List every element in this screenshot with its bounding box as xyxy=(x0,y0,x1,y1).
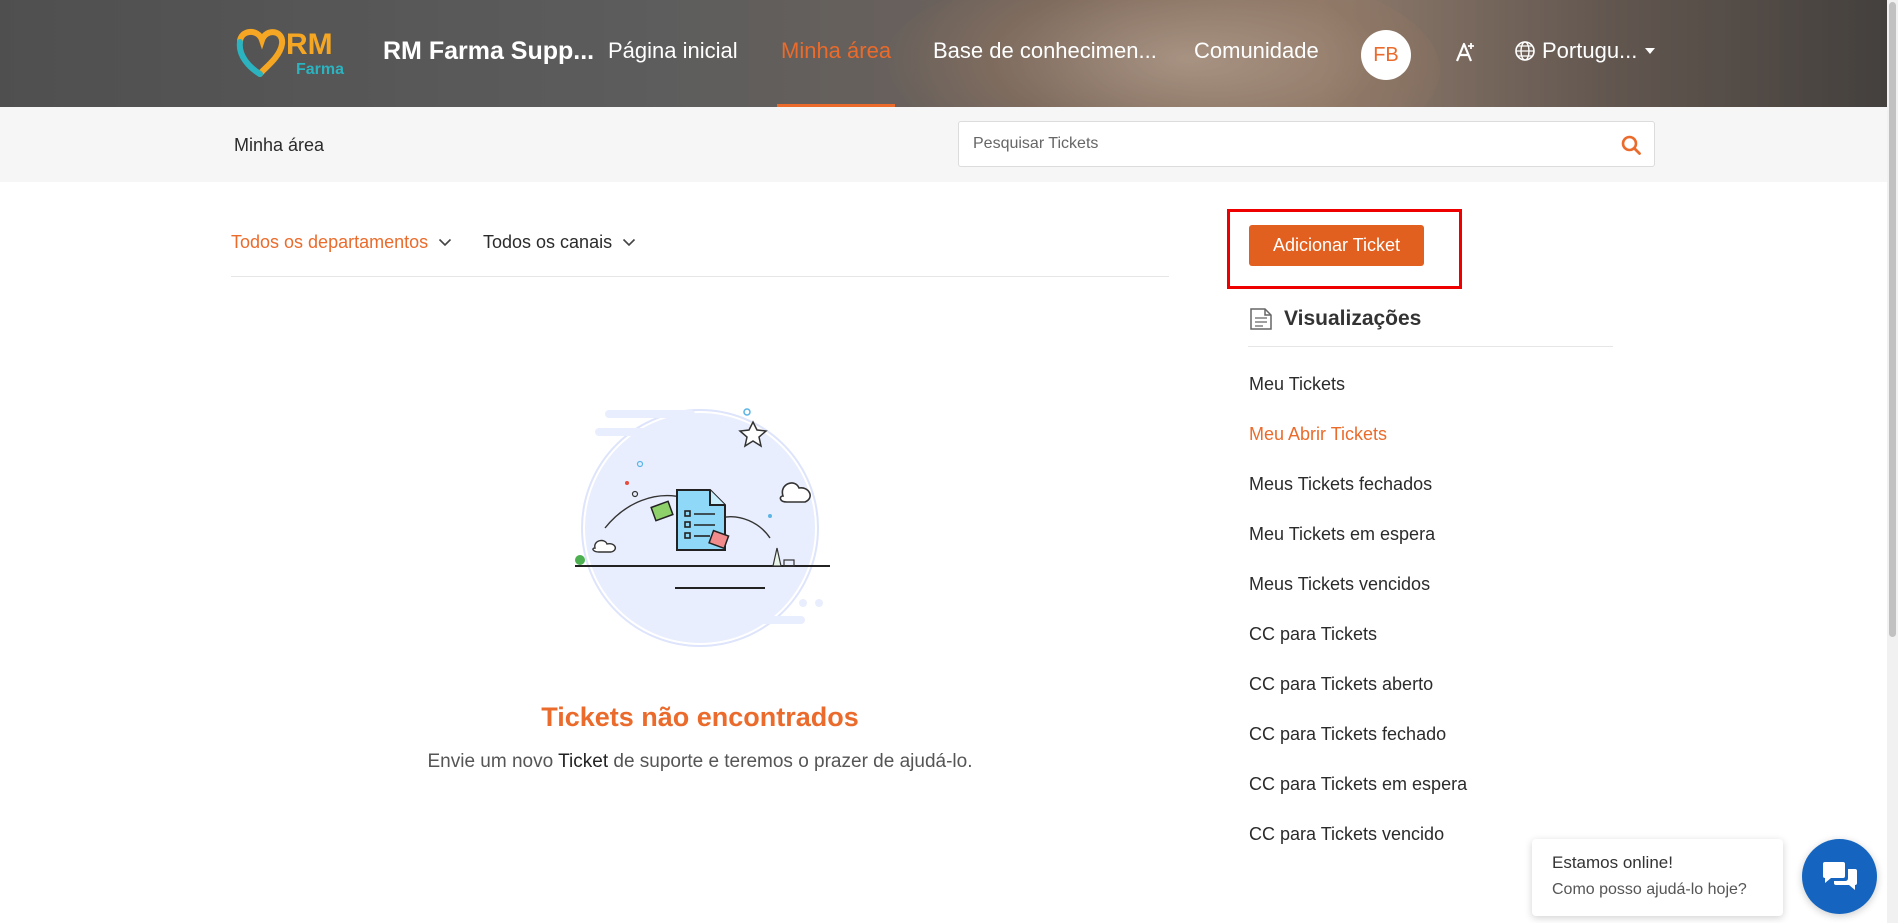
active-nav-indicator xyxy=(777,104,895,107)
scrollbar-thumb[interactable] xyxy=(1889,2,1896,637)
language-selector[interactable]: Portugu... xyxy=(1514,38,1657,64)
search-icon[interactable] xyxy=(1620,134,1642,156)
view-cc-overdue-tickets[interactable]: CC para Tickets vencido xyxy=(1249,824,1444,845)
logo-text-top: RM xyxy=(286,28,333,61)
chat-greeting-line1: Estamos online! xyxy=(1552,853,1673,872)
nav-knowledge-base[interactable]: Base de conhecimen... xyxy=(933,38,1157,64)
views-divider xyxy=(1248,346,1613,347)
view-cc-closed-tickets[interactable]: CC para Tickets fechado xyxy=(1249,724,1446,745)
chevron-down-icon xyxy=(439,238,452,247)
nav-community[interactable]: Comunidade xyxy=(1194,38,1319,64)
add-ticket-button[interactable]: Adicionar Ticket xyxy=(1249,225,1424,266)
views-header: Visualizações xyxy=(1248,306,1421,332)
view-my-tickets[interactable]: Meu Tickets xyxy=(1249,374,1345,395)
globe-icon xyxy=(1515,41,1535,61)
logo-text-bottom: Farma xyxy=(296,61,344,78)
brand-name[interactable]: RM Farma Supp... xyxy=(383,37,594,66)
chat-icon xyxy=(1823,862,1857,890)
nav-my-area[interactable]: Minha área xyxy=(781,38,891,64)
view-cc-on-hold-tickets[interactable]: CC para Tickets em espera xyxy=(1249,774,1467,795)
view-my-overdue-tickets[interactable]: Meus Tickets vencidos xyxy=(1249,574,1430,595)
breadcrumb: Minha área xyxy=(234,135,325,155)
empty-message-ticket: Ticket xyxy=(558,751,609,772)
font-size-icon[interactable] xyxy=(1454,40,1478,64)
chat-launcher-button[interactable] xyxy=(1802,839,1877,914)
ticket-search xyxy=(958,121,1655,167)
view-my-on-hold-tickets[interactable]: Meu Tickets em espera xyxy=(1249,524,1435,545)
channel-filter-label: Todos os canais xyxy=(483,232,613,252)
chevron-down-icon xyxy=(623,238,636,247)
chat-greeting-line2: Como posso ajudá-lo hoje? xyxy=(1552,881,1747,898)
top-header: RM Farma RM Farma Supp... Página inicial… xyxy=(0,0,1887,107)
no-tickets-illustration xyxy=(575,408,830,647)
page-scrollbar[interactable] xyxy=(1887,0,1898,923)
views-document-icon xyxy=(1250,308,1272,330)
chat-greeting-bubble[interactable]: Estamos online! Como posso ajudá-lo hoje… xyxy=(1532,839,1783,916)
department-filter[interactable]: Todos os departamentos xyxy=(231,232,452,253)
language-label: Portugu... xyxy=(1542,38,1638,63)
empty-state-message: Envie um novo Ticket de suporte e teremo… xyxy=(350,751,1050,773)
department-filter-label: Todos os departamentos xyxy=(231,232,429,252)
header-content: RM Farma RM Farma Supp... Página inicial… xyxy=(0,0,1887,107)
view-cc-tickets[interactable]: CC para Tickets xyxy=(1249,624,1377,645)
views-title: Visualizações xyxy=(1284,307,1422,330)
user-avatar[interactable]: FB xyxy=(1361,30,1411,80)
view-cc-open-tickets[interactable]: CC para Tickets aberto xyxy=(1249,674,1433,695)
caret-down-icon xyxy=(1645,48,1656,54)
empty-state-title: Tickets não encontrados xyxy=(541,702,859,732)
view-my-closed-tickets[interactable]: Meus Tickets fechados xyxy=(1249,474,1432,495)
empty-message-prefix: Envie um novo xyxy=(427,751,559,772)
sub-header: Minha área xyxy=(0,107,1887,182)
nav-home[interactable]: Página inicial xyxy=(608,38,738,64)
empty-message-suffix: de suporte e teremos o prazer de ajudá-l… xyxy=(608,751,973,772)
rm-farma-logo[interactable]: RM Farma xyxy=(232,24,367,82)
filter-divider xyxy=(231,276,1169,277)
channel-filter[interactable]: Todos os canais xyxy=(483,232,636,253)
search-input[interactable] xyxy=(973,132,1593,156)
view-my-open-tickets[interactable]: Meu Abrir Tickets xyxy=(1249,424,1387,445)
